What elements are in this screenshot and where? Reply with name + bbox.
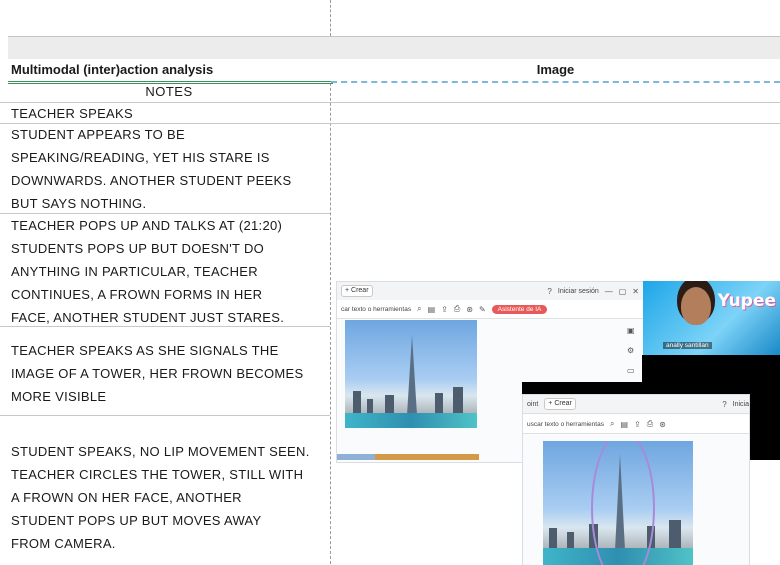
search-icon[interactable]: ⌕ xyxy=(610,419,614,429)
maximize-icon[interactable]: ▢ xyxy=(619,287,627,296)
help-icon[interactable]: ? xyxy=(547,287,551,296)
note-row-2: STUDENT APPEARS TO BE SPEAKING/READING, … xyxy=(11,127,292,211)
save-icon[interactable]: ▤ xyxy=(620,420,628,429)
black-block xyxy=(748,355,780,460)
header-band xyxy=(8,36,780,60)
note-row-1: TEACHER SPEAKS xyxy=(11,106,133,121)
column-header-image: Image xyxy=(331,59,780,83)
window-title-fragment: oint xyxy=(527,400,539,408)
sidebar-icon[interactable]: ▣ xyxy=(627,326,635,335)
bottom-tool-bar: uscar texto o herramientas ⌕ ▤ ⇪ ⎙ ⊛ xyxy=(523,415,749,434)
bottom-window-bar: oint + Crear ? Inicia xyxy=(523,395,749,414)
column-divider-top xyxy=(330,0,331,36)
tower-photo xyxy=(345,320,477,428)
share-icon[interactable]: ⊛ xyxy=(466,305,473,314)
screenshot-panel-bottom: oint + Crear ? Inicia uscar texto o herr… xyxy=(522,394,750,565)
comment-icon[interactable]: ▭ xyxy=(627,366,635,375)
create-button[interactable]: + Crear xyxy=(544,398,576,410)
settings-icon[interactable]: ⚙ xyxy=(627,346,634,355)
black-block xyxy=(522,382,780,394)
upload-icon[interactable]: ⇪ xyxy=(441,305,448,314)
search-icon[interactable]: ⌕ xyxy=(417,304,421,314)
row-divider xyxy=(0,415,330,416)
notes-label: NOTES xyxy=(145,84,193,99)
close-icon[interactable]: ✕ xyxy=(632,287,639,296)
column-header-analysis: Multimodal (inter)action analysis xyxy=(8,59,333,84)
video-feed: Yupee anally santillan xyxy=(643,281,780,355)
color-strip xyxy=(337,454,375,460)
note-row-5: STUDENT SPEAKS, NO LIP MOVEMENT SEEN. TE… xyxy=(11,444,310,551)
print-icon[interactable]: ⎙ xyxy=(647,419,653,429)
note-row-3: TEACHER POPS UP AND TALKS AT (21:20) STU… xyxy=(11,218,285,325)
sign-in-link[interactable]: Iniciar sesión xyxy=(558,288,599,295)
circle-annotation xyxy=(591,441,655,565)
sign-in-link[interactable]: Inicia xyxy=(733,401,749,408)
minimize-icon[interactable]: — xyxy=(605,287,613,296)
search-tools-field[interactable]: uscar texto o herramientas xyxy=(527,421,604,428)
print-icon[interactable]: ⎙ xyxy=(454,304,460,314)
top-tool-bar: car texto o herramientas ⌕ ▤ ⇪ ⎙ ⊛ ✎ Asi… xyxy=(337,300,643,319)
share-icon[interactable]: ⊛ xyxy=(659,420,666,429)
column-divider xyxy=(330,58,331,564)
brand-logo: Yupee xyxy=(717,291,776,311)
participant-face xyxy=(681,287,711,325)
note-row-4: TEACHER SPEAKS AS SHE SIGNALS THE IMAGE … xyxy=(11,343,304,404)
tower-photo-annotated xyxy=(543,441,693,565)
participant-name: anally santillan xyxy=(663,342,712,349)
color-strip xyxy=(375,454,479,460)
save-icon[interactable]: ▤ xyxy=(428,305,436,314)
ai-assistant-button[interactable]: Asistente de IA xyxy=(491,304,548,314)
help-icon[interactable]: ? xyxy=(722,400,726,409)
black-block xyxy=(642,355,748,382)
search-tools-field[interactable]: car texto o herramientas xyxy=(341,306,411,313)
create-button[interactable]: + Crear xyxy=(341,285,373,297)
edit-icon[interactable]: ✎ xyxy=(479,305,486,314)
top-window-bar: + Crear ? Iniciar sesión — ▢ ✕ xyxy=(337,282,643,301)
upload-icon[interactable]: ⇪ xyxy=(634,420,641,429)
